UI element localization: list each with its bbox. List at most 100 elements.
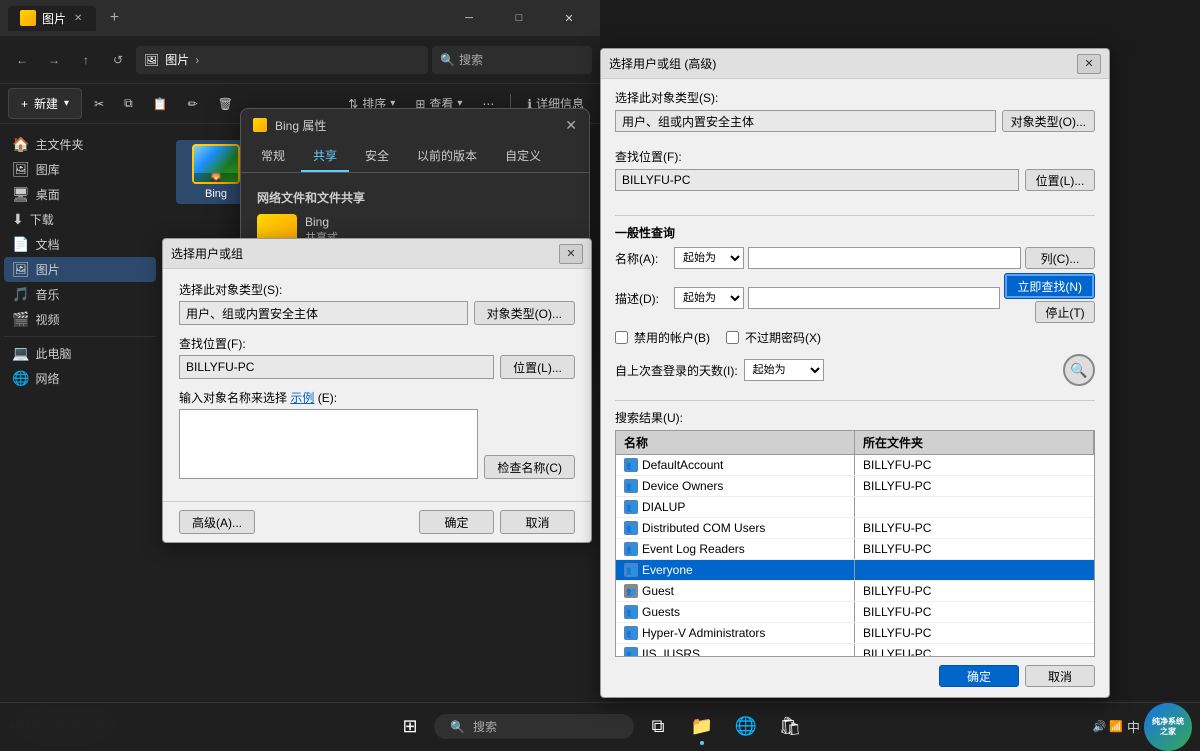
- adv-ok-button[interactable]: 确定: [939, 665, 1019, 687]
- adv-cancel-button[interactable]: 取消: [1025, 665, 1095, 687]
- table-row[interactable]: 👥 Everyone: [616, 560, 1094, 581]
- explorer-tab-pictures[interactable]: 图片 ✕: [8, 6, 96, 31]
- select-user-close-btn[interactable]: ✕: [559, 244, 583, 264]
- small-ok-button[interactable]: 确定: [419, 510, 494, 534]
- taskbar-edge[interactable]: 🌐: [726, 707, 766, 747]
- result-location: BILLYFU-PC: [863, 521, 931, 535]
- location-button[interactable]: 位置(L)...: [500, 355, 575, 379]
- adv-results-table[interactable]: 名称 所在文件夹 👥 DefaultAccount BILLYFU-PC 👥 D…: [615, 430, 1095, 657]
- result-location-cell: BILLYFU-PC: [855, 623, 1094, 643]
- adv-name-select[interactable]: 起始为: [674, 247, 744, 269]
- sidebar-item-music[interactable]: 🎵 音乐: [4, 282, 156, 307]
- object-type-button[interactable]: 对象类型(O)...: [474, 301, 575, 325]
- adv-stop-button[interactable]: 停止(T): [1035, 301, 1095, 323]
- check-names-button[interactable]: 检查名称(C): [484, 455, 575, 479]
- adv-desc-input[interactable]: [748, 287, 1000, 309]
- tab-general[interactable]: 常规: [249, 141, 297, 172]
- minimize-button[interactable]: ─: [446, 0, 492, 36]
- table-row[interactable]: 👥 IIS_IUSRS BILLYFU-PC: [616, 644, 1094, 657]
- enter-object-textarea[interactable]: [179, 409, 478, 479]
- taskbar-store[interactable]: 🛍: [770, 707, 810, 747]
- table-row[interactable]: 👥 Guests BILLYFU-PC: [616, 602, 1094, 623]
- table-row[interactable]: 👥 Hyper-V Administrators BILLYFU-PC: [616, 623, 1094, 644]
- result-location: BILLYFU-PC: [863, 584, 931, 598]
- disabled-checkbox[interactable]: [615, 331, 628, 344]
- bing-props-close-icon[interactable]: ✕: [565, 117, 577, 134]
- result-name-cell: 👥 Device Owners: [616, 476, 855, 496]
- sidebar-item-this-pc[interactable]: 💻 此电脑: [4, 341, 156, 366]
- cut-button[interactable]: ✂: [86, 93, 112, 115]
- up-button[interactable]: ↑: [72, 46, 100, 74]
- noexpire-checkbox[interactable]: [726, 331, 739, 344]
- new-button[interactable]: + 新建 ▾: [8, 88, 82, 119]
- advanced-button[interactable]: 高级(A)...: [179, 510, 255, 534]
- sidebar-item-pictures[interactable]: 🖼 图片: [4, 257, 156, 282]
- adv-name-input[interactable]: [748, 247, 1021, 269]
- adv-location-button[interactable]: 位置(L)...: [1025, 169, 1095, 191]
- sidebar-item-desktop[interactable]: 🖥 桌面: [4, 182, 156, 207]
- start-icon: ⊞: [402, 716, 417, 737]
- table-row[interactable]: 👥 Event Log Readers BILLYFU-PC: [616, 539, 1094, 560]
- adv-days-select[interactable]: 起始为: [744, 359, 824, 381]
- delete-button[interactable]: 🗑: [210, 93, 241, 115]
- taskbar-explorer[interactable]: 📁: [682, 707, 722, 747]
- table-row[interactable]: 👥 Device Owners BILLYFU-PC: [616, 476, 1094, 497]
- paste-button[interactable]: 📋: [145, 93, 176, 115]
- address-bar[interactable]: 🖼 图片 ›: [136, 46, 428, 74]
- table-row[interactable]: 👥 DIALUP: [616, 497, 1094, 518]
- copy-button[interactable]: ⧉: [116, 92, 141, 115]
- address-icon: 🖼: [144, 53, 159, 67]
- table-row[interactable]: 👥 DefaultAccount BILLYFU-PC: [616, 455, 1094, 476]
- bing-props-titlebar: Bing 属性 ✕: [241, 109, 589, 141]
- maximize-button[interactable]: □: [496, 0, 542, 36]
- examples-link[interactable]: 示例: [290, 391, 314, 405]
- close-button[interactable]: ✕: [546, 0, 592, 36]
- sidebar-item-home[interactable]: 🏠 主文件夹: [4, 132, 156, 157]
- gallery-icon: 🖼: [12, 161, 30, 178]
- sidebar-label: 网络: [35, 370, 59, 387]
- corner-brand-logo[interactable]: 纯净系统之家: [1144, 703, 1192, 751]
- adv-column-button[interactable]: 列(C)...: [1025, 247, 1095, 269]
- forward-button[interactable]: →: [40, 46, 68, 74]
- tab-security[interactable]: 安全: [353, 141, 401, 172]
- sidebar-item-gallery[interactable]: 🖼 图库: [4, 157, 156, 182]
- sidebar-item-documents[interactable]: 📄 文档: [4, 232, 156, 257]
- search-box[interactable]: 🔍 搜索: [432, 46, 592, 74]
- result-name: Everyone: [642, 563, 693, 577]
- search-spinner-icon: 🔍: [1063, 354, 1095, 386]
- disabled-label: 禁用的帐户(B): [634, 329, 710, 346]
- tab-close-icon[interactable]: ✕: [72, 11, 84, 26]
- result-name: Distributed COM Users: [642, 521, 765, 535]
- adv-object-type-section: 选择此对象类型(S): 用户、组或内置安全主体 对象类型(O)...: [615, 89, 1095, 138]
- tab-share[interactable]: 共享: [301, 141, 349, 172]
- start-button[interactable]: ⊞: [390, 707, 430, 747]
- rename-button[interactable]: ✏: [180, 93, 206, 115]
- sidebar-item-videos[interactable]: 🎬 视频: [4, 307, 156, 332]
- refresh-button[interactable]: ↺: [104, 46, 132, 74]
- tab-prev-versions[interactable]: 以前的版本: [405, 141, 489, 172]
- result-name-cell: 👥 Event Log Readers: [616, 539, 855, 559]
- new-tab-button[interactable]: +: [100, 4, 128, 32]
- group-icon: 👥: [624, 647, 638, 657]
- sidebar-label: 图库: [36, 161, 60, 178]
- taskbar-search-box[interactable]: 🔍 搜索: [434, 714, 634, 739]
- location-row: 查找位置(F): BILLYFU-PC 位置(L)...: [179, 335, 575, 379]
- sidebar-item-downloads[interactable]: ⬇ 下载: [4, 207, 156, 232]
- download-icon: ⬇: [12, 211, 24, 228]
- adv-object-type-button[interactable]: 对象类型(O)...: [1002, 110, 1095, 132]
- adv-desc-select[interactable]: 起始为: [674, 287, 744, 309]
- tab-customize[interactable]: 自定义: [493, 141, 553, 172]
- select-user-footer: 高级(A)... 确定 取消: [163, 501, 591, 542]
- small-cancel-button[interactable]: 取消: [500, 510, 575, 534]
- back-button[interactable]: ←: [8, 46, 36, 74]
- new-chevron: ▾: [64, 98, 69, 109]
- adv-close-btn[interactable]: ✕: [1077, 54, 1101, 74]
- task-view-button[interactable]: ⧉: [638, 707, 678, 747]
- sidebar-item-network[interactable]: 🌐 网络: [4, 366, 156, 391]
- table-row[interactable]: 👥 Guest BILLYFU-PC: [616, 581, 1094, 602]
- document-icon: 📄: [12, 236, 29, 253]
- address-chevron: ›: [195, 53, 199, 67]
- video-icon: 🎬: [12, 311, 29, 328]
- adv-find-button[interactable]: 立即查找(N): [1004, 273, 1095, 299]
- table-row[interactable]: 👥 Distributed COM Users BILLYFU-PC: [616, 518, 1094, 539]
